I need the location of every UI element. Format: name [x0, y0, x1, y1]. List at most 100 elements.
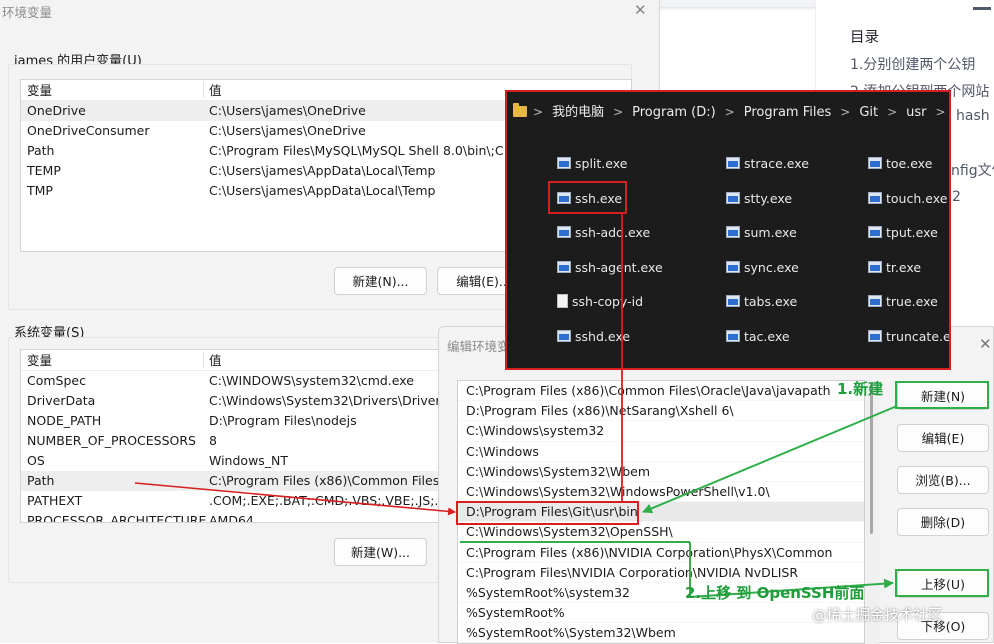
variable-name: Path [27, 473, 55, 488]
exe-file-icon [868, 330, 882, 342]
file-name: split.exe [575, 156, 628, 171]
system-new-button[interactable]: 新建(W)... [334, 538, 427, 566]
file-item[interactable]: touch.exe [868, 189, 947, 209]
column-header-value[interactable]: 值 [209, 80, 222, 102]
list-item[interactable]: C:\Program Files\NVIDIA Corporation\NVID… [458, 563, 864, 583]
file-item[interactable]: split.exe [557, 154, 627, 174]
file-item[interactable]: tabs.exe [726, 292, 797, 312]
breadcrumb-item[interactable]: Git [859, 105, 878, 120]
close-icon[interactable]: ✕ [634, 1, 647, 19]
list-item[interactable]: C:\Windows\System32\OpenSSH\ [458, 522, 864, 543]
breadcrumb-item[interactable]: Program (D:) [632, 105, 716, 120]
toc-item-partial[interactable]: nfig文件 [951, 160, 994, 180]
file-item[interactable]: ssh-agent.exe [557, 258, 663, 278]
column-header-variable[interactable]: 变量 [27, 350, 52, 372]
column-header-variable[interactable]: 变量 [27, 80, 52, 102]
chevron-right-icon: > [724, 105, 735, 119]
breadcrumb-item[interactable]: Program Files [744, 105, 832, 120]
variable-value: AMD64 [209, 513, 254, 523]
file-name: tabs.exe [744, 294, 798, 309]
exe-file-icon [868, 157, 882, 169]
breadcrumb[interactable]: > 我的电脑 > Program (D:) > Program Files > Git > usr… [507, 92, 949, 132]
file-item[interactable]: sum.exe [726, 223, 797, 243]
file-item[interactable]: truncate.exe [868, 327, 951, 347]
file-name: strace.exe [744, 156, 809, 171]
exe-file-icon [868, 192, 882, 204]
list-item[interactable]: %SystemRoot%\System32\Wbem [458, 623, 864, 643]
file-item[interactable]: strace.exe [726, 154, 809, 174]
folder-icon [513, 103, 527, 117]
file-name: ssh-agent.exe [575, 260, 663, 275]
list-item[interactable]: %SystemRoot% [458, 603, 864, 624]
file-name: true.exe [886, 294, 938, 309]
exe-file-icon [726, 330, 740, 342]
variable-value: C:\Program Files (x86)\Common Files\ [209, 473, 444, 488]
list-item[interactable]: C:\Windows [458, 442, 864, 462]
variable-name: Path [27, 143, 55, 158]
exe-file-icon [868, 261, 882, 273]
file-name: sync.exe [744, 260, 799, 275]
variable-value: C:\Users\james\OneDrive [209, 103, 366, 118]
exe-file-icon [557, 261, 571, 273]
breadcrumb-item[interactable]: usr [906, 105, 926, 120]
highlight-move-up-button [895, 569, 989, 597]
highlight-git-usr-bin [456, 501, 639, 525]
chevron-right-icon: > [840, 105, 851, 119]
list-item[interactable]: C:\Windows\System32\WindowsPowerShell\v1… [458, 482, 864, 503]
browse-button[interactable]: 浏览(B)... [897, 466, 989, 494]
file-item[interactable]: sync.exe [726, 258, 799, 278]
list-item[interactable]: D:\Program Files (x86)\NetSarang\Xshell … [458, 401, 864, 422]
variable-value: 8 [209, 433, 217, 448]
window-title: 环境变量 [2, 5, 53, 20]
variable-name: DriverData [27, 393, 96, 408]
file-item[interactable]: ssh-add.exe [557, 223, 650, 243]
file-explorer-window: > 我的电脑 > Program (D:) > Program Files > Git > usr… [505, 90, 951, 370]
file-item[interactable]: tac.exe [726, 327, 790, 347]
file-item[interactable]: tput.exe [868, 223, 938, 243]
variable-value: C:\Users\james\AppData\Local\Temp [209, 183, 436, 198]
list-item[interactable]: C:\Windows\system32 [458, 421, 864, 442]
breadcrumb-item[interactable]: 我的电脑 [552, 105, 604, 120]
file-item[interactable]: sshd.exe [557, 327, 630, 347]
scrollbar-thumb[interactable] [870, 384, 873, 534]
variable-name: OneDriveConsumer [27, 123, 150, 138]
menu-icon[interactable] [973, 7, 991, 10]
variable-value: Windows_NT [209, 453, 289, 468]
file-item[interactable]: toe.exe [868, 154, 932, 174]
variable-name: NUMBER_OF_PROCESSORS [27, 433, 196, 448]
close-icon[interactable]: ✕ [979, 335, 992, 353]
list-item[interactable]: C:\Program Files (x86)\NVIDIA Corporatio… [458, 543, 864, 563]
variable-name: PROCESSOR_ARCHITECTURE [27, 513, 207, 523]
variable-name: TEMP [27, 163, 61, 178]
file-name: tput.exe [886, 225, 938, 240]
file-name: truncate.exe [886, 329, 951, 344]
delete-button[interactable]: 删除(D) [897, 508, 989, 536]
exe-file-icon [726, 192, 740, 204]
highlight-ssh-exe [548, 181, 627, 214]
toc-item-partial[interactable]: hash [956, 108, 990, 124]
toc-item-partial[interactable]: 2 [952, 189, 961, 205]
file-item[interactable]: stty.exe [726, 189, 792, 209]
chevron-right-icon: > [887, 105, 898, 119]
column-header-value[interactable]: 值 [209, 350, 222, 372]
exe-file-icon [557, 330, 571, 342]
file-item[interactable]: tr.exe [868, 258, 921, 278]
variable-name: NODE_PATH [27, 413, 102, 428]
document-file-icon [557, 294, 568, 308]
user-new-button[interactable]: 新建(N)... [334, 267, 427, 295]
variable-name: OS [27, 453, 45, 468]
edit-button[interactable]: 编辑(E) [897, 424, 989, 452]
file-item[interactable]: ssh-copy-id [557, 292, 643, 312]
list-item[interactable]: C:\Program Files (x86)\Common Files\Orac… [458, 381, 864, 402]
variable-name: PATHEXT [27, 493, 83, 508]
variable-value: C:\WINDOWS\system32\cmd.exe [209, 373, 414, 388]
list-item[interactable]: C:\Windows\System32\Wbem [458, 462, 864, 482]
variable-name: ComSpec [27, 373, 86, 388]
variable-value: C:\Program Files\MySQL\MySQL Shell 8.0\b… [209, 143, 512, 158]
exe-file-icon [557, 226, 571, 238]
exe-file-icon [726, 261, 740, 273]
exe-file-icon [726, 226, 740, 238]
file-item[interactable]: true.exe [868, 292, 938, 312]
file-name: stty.exe [744, 191, 793, 206]
toc-item-1[interactable]: 1.分别创建两个公钥 [850, 54, 975, 74]
